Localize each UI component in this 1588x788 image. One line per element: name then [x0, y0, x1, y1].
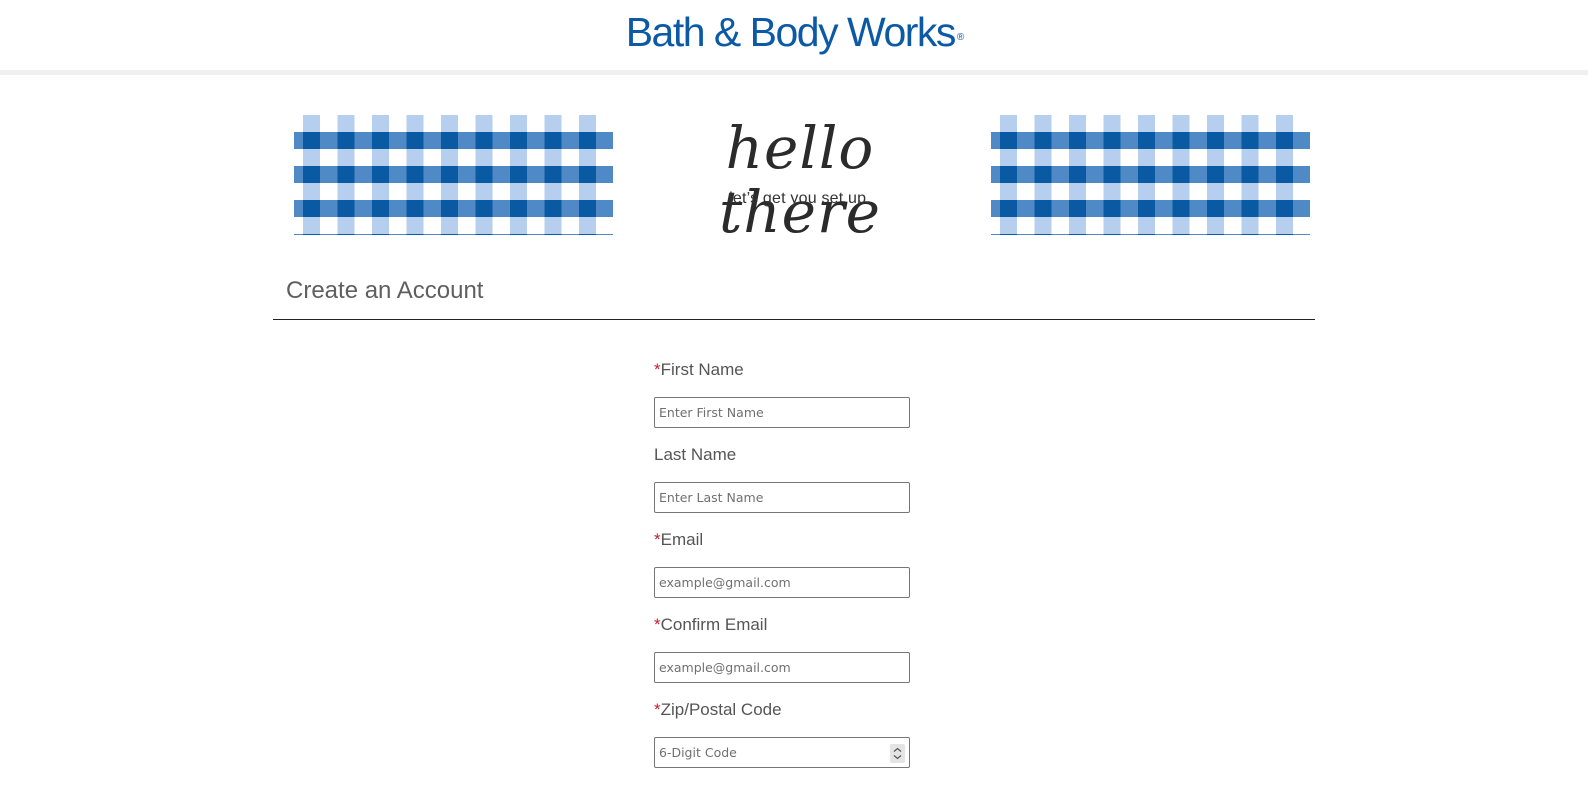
gingham-intersection [510, 166, 527, 183]
gingham-intersection [1172, 200, 1190, 217]
gingham-intersection [1207, 132, 1224, 149]
gingham-intersection [1138, 132, 1155, 149]
gingham-intersection [337, 132, 355, 149]
email-label: *Email [654, 530, 704, 549]
gingham-intersection [441, 132, 458, 149]
gingham-intersection [303, 200, 320, 217]
zip-code-label: *Zip/Postal Code [654, 700, 782, 719]
gingham-intersection [337, 234, 355, 235]
gingham-intersection [406, 234, 424, 235]
gingham-intersection [510, 132, 527, 149]
page-title: Create an Account [286, 277, 484, 304]
gingham-intersection [579, 200, 596, 217]
gingham-intersection [579, 132, 596, 149]
gingham-intersection [544, 234, 562, 235]
gingham-pattern-left [294, 115, 613, 235]
gingham-intersection [303, 132, 320, 149]
gingham-intersection [1000, 200, 1017, 217]
required-marker: * [654, 700, 661, 719]
gingham-intersection [303, 234, 320, 235]
first-name-label: *First Name [654, 360, 744, 379]
gingham-intersection [337, 200, 355, 217]
gingham-intersection [406, 200, 424, 217]
gingham-intersection [441, 200, 458, 217]
gingham-intersection [1241, 234, 1259, 235]
zip-code-input[interactable] [654, 737, 910, 768]
gingham-intersection [1138, 234, 1155, 235]
gingham-intersection [475, 234, 493, 235]
gingham-intersection [1241, 166, 1259, 183]
confirm-email-label: *Confirm Email [654, 615, 768, 634]
section-divider [273, 319, 1315, 320]
gingham-intersection [1172, 132, 1190, 149]
gingham-intersection [510, 234, 527, 235]
gingham-intersection [1034, 234, 1052, 235]
gingham-intersection [1034, 166, 1052, 183]
gingham-intersection [372, 200, 389, 217]
confirm-email-input[interactable] [654, 652, 910, 683]
gingham-pattern-right [991, 115, 1310, 235]
welcome-subline: let’s get you set up. [729, 190, 871, 207]
gingham-intersection [1069, 200, 1086, 217]
gingham-intersection [1172, 166, 1190, 183]
gingham-intersection [1103, 234, 1121, 235]
gingham-intersection [475, 132, 493, 149]
gingham-intersection [1241, 200, 1259, 217]
site-header: Bath & Body Works ® [0, 0, 1588, 75]
gingham-intersection [1172, 234, 1190, 235]
brand-logo[interactable]: Bath & Body Works ® [0, 8, 1588, 56]
last-name-label: Last Name [654, 445, 737, 464]
gingham-intersection [1207, 234, 1224, 235]
gingham-intersection [1103, 132, 1121, 149]
gingham-intersection [1276, 166, 1293, 183]
gingham-intersection [406, 166, 424, 183]
gingham-intersection [475, 166, 493, 183]
gingham-intersection [1069, 166, 1086, 183]
gingham-intersection [1034, 200, 1052, 217]
email-input[interactable] [654, 567, 910, 598]
gingham-intersection [1276, 200, 1293, 217]
gingham-intersection [475, 200, 493, 217]
last-name-input[interactable] [654, 482, 910, 513]
gingham-intersection [372, 166, 389, 183]
gingham-intersection [1276, 234, 1293, 235]
gingham-intersection [337, 166, 355, 183]
gingham-intersection [1207, 200, 1224, 217]
gingham-intersection [441, 166, 458, 183]
chevron-up-down-icon [893, 747, 902, 760]
gingham-intersection [441, 234, 458, 235]
gingham-intersection [1069, 132, 1086, 149]
zip-code-spinner[interactable] [890, 744, 905, 763]
gingham-intersection [406, 132, 424, 149]
welcome-headline: hello there [718, 114, 882, 246]
gingham-intersection [1069, 234, 1086, 235]
gingham-intersection [1138, 166, 1155, 183]
gingham-intersection [1276, 132, 1293, 149]
gingham-intersection [1207, 166, 1224, 183]
gingham-intersection [544, 200, 562, 217]
gingham-intersection [1000, 166, 1017, 183]
gingham-intersection [1138, 200, 1155, 217]
gingham-intersection [510, 200, 527, 217]
gingham-intersection [1000, 234, 1017, 235]
gingham-intersection [544, 166, 562, 183]
gingham-intersection [579, 166, 596, 183]
gingham-intersection [544, 132, 562, 149]
gingham-intersection [303, 166, 320, 183]
required-marker: * [654, 360, 661, 379]
gingham-intersection [1103, 166, 1121, 183]
gingham-intersection [372, 234, 389, 235]
brand-name: Bath & Body Works [625, 9, 957, 55]
required-marker: * [654, 530, 661, 549]
gingham-intersection [1000, 132, 1017, 149]
gingham-intersection [1103, 200, 1121, 217]
gingham-intersection [372, 132, 389, 149]
welcome-banner: hello there let’s get you set up. [640, 108, 960, 244]
first-name-input[interactable] [654, 397, 910, 428]
gingham-intersection [579, 234, 596, 235]
gingham-intersection [1241, 132, 1259, 149]
gingham-intersection [1034, 132, 1052, 149]
required-marker: * [654, 615, 661, 634]
registered-mark: ® [956, 32, 965, 43]
